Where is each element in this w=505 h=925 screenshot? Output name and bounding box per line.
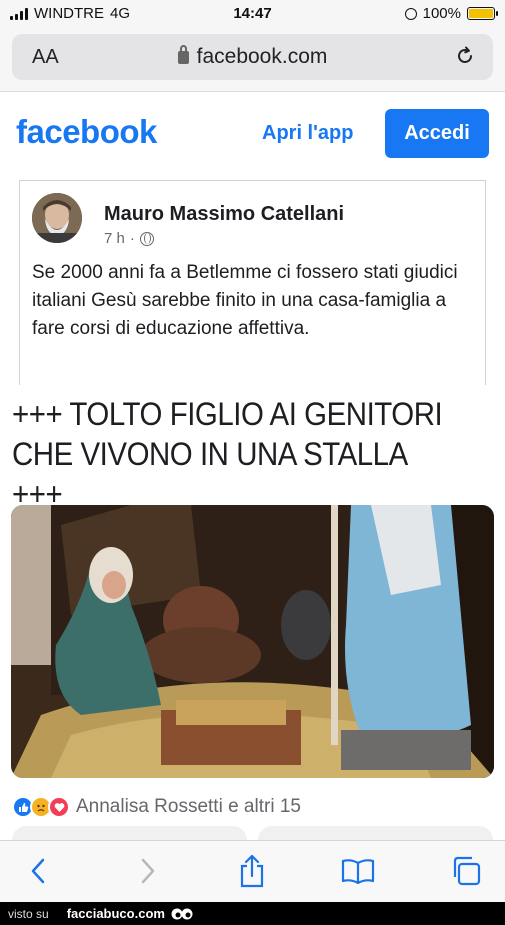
battery-percent: 100% <box>422 5 461 22</box>
love-icon <box>48 796 70 818</box>
facebook-logo[interactable]: facebook <box>16 113 157 151</box>
avatar[interactable] <box>32 193 82 243</box>
back-icon <box>31 858 45 884</box>
browser-toolbar <box>0 840 505 902</box>
reload-icon <box>458 46 472 63</box>
post-author[interactable]: Mauro Massimo Catellani <box>104 203 344 226</box>
facciabuco-logo-icon <box>171 907 193 921</box>
headline: +++ TOLTO FIGLIO AI GENITORI CHE VIVONO … <box>12 394 454 514</box>
fb-header: facebook Apri l'app Accedi <box>0 93 505 173</box>
bookmarks-icon <box>341 859 375 884</box>
browser-address-area: AA facebook.com <box>0 28 505 92</box>
forward-button[interactable] <box>128 851 168 891</box>
battery-level <box>469 9 493 18</box>
reactions-summary[interactable]: Annalisa Rossetti e altri 15 <box>76 796 301 818</box>
forward-icon <box>141 858 155 884</box>
headline-line-1: +++ TOLTO FIGLIO AI GENITORI <box>12 396 443 432</box>
bookmarks-button[interactable] <box>338 851 378 891</box>
post-meta: 7 h · <box>104 230 154 247</box>
share-button[interactable] <box>232 851 272 891</box>
url-display[interactable]: facebook.com <box>12 45 493 69</box>
tabs-icon <box>453 856 481 886</box>
back-button[interactable] <box>18 851 58 891</box>
login-button[interactable]: Accedi <box>385 109 489 158</box>
watermark-bar: visto su facciabuco.com <box>0 902 505 925</box>
headline-line-2: CHE VIVONO IN UNA STALLA +++ <box>12 436 407 512</box>
meta-separator: · <box>129 230 135 247</box>
status-right: 100% <box>404 5 498 22</box>
watermark-site[interactable]: facciabuco.com <box>67 906 165 921</box>
status-bar: WINDTRE 4G 14:47 100% <box>0 0 505 28</box>
url-text: facebook.com <box>196 45 328 68</box>
watermark-prefix: visto su <box>8 906 49 921</box>
reload-button[interactable] <box>453 44 477 75</box>
post-text: Se 2000 anni fa a Betlemme ci fossero st… <box>32 262 458 339</box>
lock-icon <box>177 45 189 64</box>
reactions-bar[interactable]: Annalisa Rossetti e altri 15 <box>12 796 301 818</box>
post-time[interactable]: 7 h <box>104 230 125 247</box>
nativity-photo <box>11 505 494 778</box>
address-bar[interactable]: AA facebook.com <box>12 34 493 80</box>
globe-icon <box>139 231 154 246</box>
tabs-button[interactable] <box>446 851 486 891</box>
post-card: Mauro Massimo Catellani 7 h · Se 2000 an… <box>19 180 486 385</box>
rotation-lock-icon <box>404 7 417 20</box>
battery-icon <box>467 7 498 20</box>
open-app-link[interactable]: Apri l'app <box>262 122 353 145</box>
share-icon <box>240 854 264 888</box>
